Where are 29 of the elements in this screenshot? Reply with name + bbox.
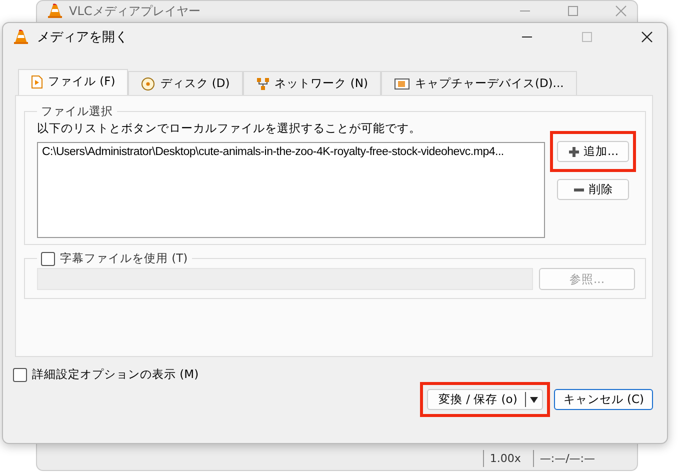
description-text: 以下のリストとボタンでローカルファイルを選択することが可能です。 [37, 121, 422, 136]
convert-save-button[interactable]: 変換 / 保存 (o) [427, 389, 544, 410]
status-text: —:—/—:— [532, 450, 601, 467]
network-icon [256, 76, 270, 90]
document-play-icon [31, 74, 43, 88]
advanced-options-checkbox[interactable]: 詳細設定オプションの表示 (M) [13, 367, 653, 382]
dropdown-caret-icon [530, 396, 538, 402]
tab[interactable]: ファイル (F) [18, 69, 128, 95]
window-title: VLCメディアプレイヤー [69, 2, 200, 20]
tab[interactable]: ネットワーク (N) [242, 71, 381, 95]
tab[interactable]: キャプチャーデバイス(D)... [380, 71, 577, 95]
close-icon[interactable] [641, 31, 653, 43]
status-text: 1.00x [482, 450, 527, 467]
window-title: メディアを開く [37, 29, 128, 46]
maximize-icon[interactable] [567, 5, 579, 17]
maximize-icon[interactable] [581, 31, 593, 43]
cancel-button[interactable]: キャンセル (C) [554, 389, 653, 410]
traffic-cone-icon [47, 3, 63, 19]
file-path[interactable]: C:\Users\Administrator\Desktop\cute-animals-in-the-zoo-4K-royalty-free-stock-videohevc.mp4... [42, 146, 540, 158]
traffic-cone-icon [13, 29, 29, 45]
capture-card-icon [394, 76, 410, 90]
disc-icon [141, 76, 156, 90]
file-list[interactable]: C:\Users\Administrator\Desktop\cute-animals-in-the-zoo-4K-royalty-free-stock-videohevc.mp4... [37, 142, 545, 238]
subtitle-checkbox[interactable]: 字幕ファイルを使用 (T) [41, 251, 188, 266]
add-button[interactable]: 追加... [557, 141, 629, 162]
tab[interactable]: ディスク (D) [128, 71, 243, 95]
remove-button[interactable]: 削除 [557, 179, 629, 200]
group-title: ファイル選択 [40, 104, 114, 119]
plus-icon [568, 146, 580, 158]
